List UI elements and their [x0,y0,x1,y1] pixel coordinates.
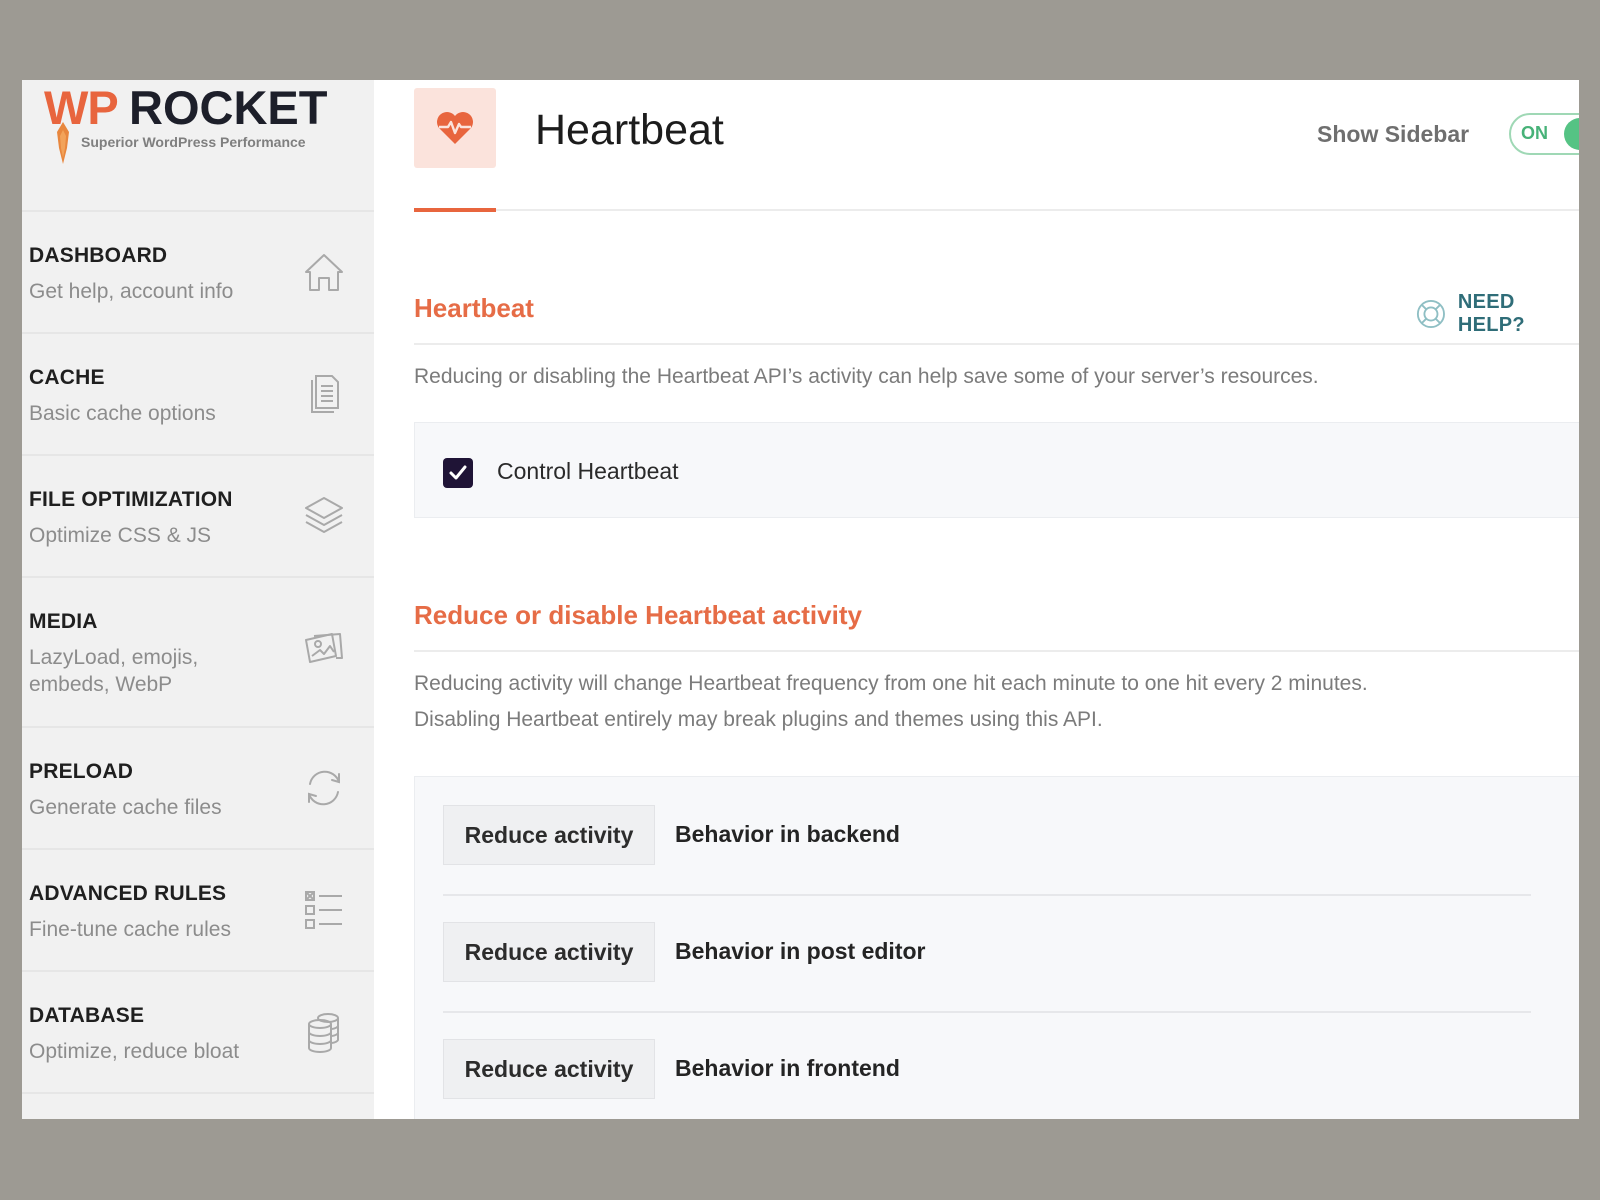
sidebar-item-dashboard[interactable]: DASHBOARD Get help, account info [22,212,374,334]
sidebar-item-media[interactable]: MEDIA LazyLoad, emojis, embeds, WebP [22,578,374,728]
page-title: Heartbeat [535,106,724,154]
wp-rocket-logo: WP ROCKET Superior WordPress Performance [22,80,374,212]
section-description-line1: Reducing activity will change Heartbeat … [414,672,1368,695]
sidebar-item-database[interactable]: DATABASE Optimize, reduce bloat [22,972,374,1094]
control-heartbeat-card: Control Heartbeat [414,422,1579,518]
post-editor-behavior-select[interactable]: Reduce activity [443,922,655,982]
backend-behavior-label: Behavior in backend [675,821,900,847]
sidebar-item-cache[interactable]: CACHE Basic cache options [22,334,374,456]
sidebar-nav: DASHBOARD Get help, account info CACHE B… [22,212,374,1094]
home-icon [305,254,343,291]
sidebar-item-title: FILE OPTIMIZATION [29,488,233,511]
sidebar-item-subtitle: LazyLoad, emojis, embeds, WebP [29,646,199,696]
post-editor-behavior-label: Behavior in post editor [675,938,926,964]
toggle-state-label: ON [1521,123,1548,143]
sidebar-item-subtitle: Optimize CSS & JS [29,524,212,547]
sidebar-item-preload[interactable]: PRELOAD Generate cache files [22,728,374,850]
images-icon [305,633,343,663]
logo-tagline: Superior WordPress Performance [81,134,306,150]
sidebar-item-title: MEDIA [29,610,98,633]
database-icon [308,1013,339,1053]
show-sidebar-toggle[interactable]: ON [1509,113,1579,155]
header-divider [414,209,1579,211]
sidebar-item-subtitle: Basic cache options [29,402,216,425]
refresh-icon [308,770,340,806]
sidebar-item-subtitle: Generate cache files [29,796,222,819]
frontend-behavior-label: Behavior in frontend [675,1055,900,1081]
sidebar-item-title: DATABASE [29,1004,145,1027]
sidebar-item-file-optimization[interactable]: FILE OPTIMIZATION Optimize CSS & JS [22,456,374,578]
behavior-row-frontend: Reduce activity Behavior in frontend [443,1011,1531,1119]
need-help-label: NEED HELP? [1457,291,1525,336]
sidebar-item-subtitle: Get help, account info [29,280,234,303]
sidebar-item-title: PRELOAD [29,760,134,783]
lifebuoy-icon [1416,299,1445,329]
show-sidebar-label: Show Sidebar [1317,121,1470,147]
header-accent-bar [414,208,496,212]
sidebar: WP ROCKET Superior WordPress Performance… [22,80,374,1119]
heartbeat-behavior-card: Reduce activity Behavior in backend Redu… [414,776,1579,1119]
sidebar-item-title: CACHE [29,366,105,389]
sidebar-item-subtitle: Optimize, reduce bloat [29,1040,240,1063]
checkmark-icon [449,465,467,480]
control-heartbeat-checkbox[interactable] [443,458,473,488]
sidebar-item-title: ADVANCED RULES [29,882,227,905]
need-help-link[interactable]: NEED HELP? [1416,291,1579,337]
behavior-row-backend: Reduce activity Behavior in backend [443,777,1531,895]
checklist-icon [305,891,342,929]
section-divider [414,650,1579,652]
sidebar-item-title: DASHBOARD [29,244,168,267]
section-divider [414,343,1579,345]
rocket-flame-icon [57,122,69,164]
app-window: WP ROCKET Superior WordPress Performance… [22,80,1579,1119]
logo-rocket-text: ROCKET [129,81,328,134]
frontend-behavior-select[interactable]: Reduce activity [443,1039,655,1099]
section-title-reduce: Reduce or disable Heartbeat activity [414,600,862,630]
backend-behavior-select[interactable]: Reduce activity [443,805,655,865]
section-description: Reducing or disabling the Heartbeat API’… [414,365,1319,388]
section-description-line2: Disabling Heartbeat entirely may break p… [414,708,1103,731]
document-icon [311,375,339,413]
behavior-row-post-editor: Reduce activity Behavior in post editor [443,894,1531,1012]
heartbeat-icon-box [414,88,496,168]
heart-pulse-icon [437,112,473,144]
control-heartbeat-label: Control Heartbeat [497,458,679,484]
section-title-heartbeat: Heartbeat [414,293,534,323]
layers-icon [305,497,343,533]
main-content: Heartbeat Show Sidebar ON Heartbeat NEED… [414,80,1579,1119]
sidebar-item-advanced-rules[interactable]: ADVANCED RULES Fine-tune cache rules [22,850,374,972]
sidebar-item-subtitle: Fine-tune cache rules [29,918,231,941]
toggle-knob [1564,118,1579,150]
